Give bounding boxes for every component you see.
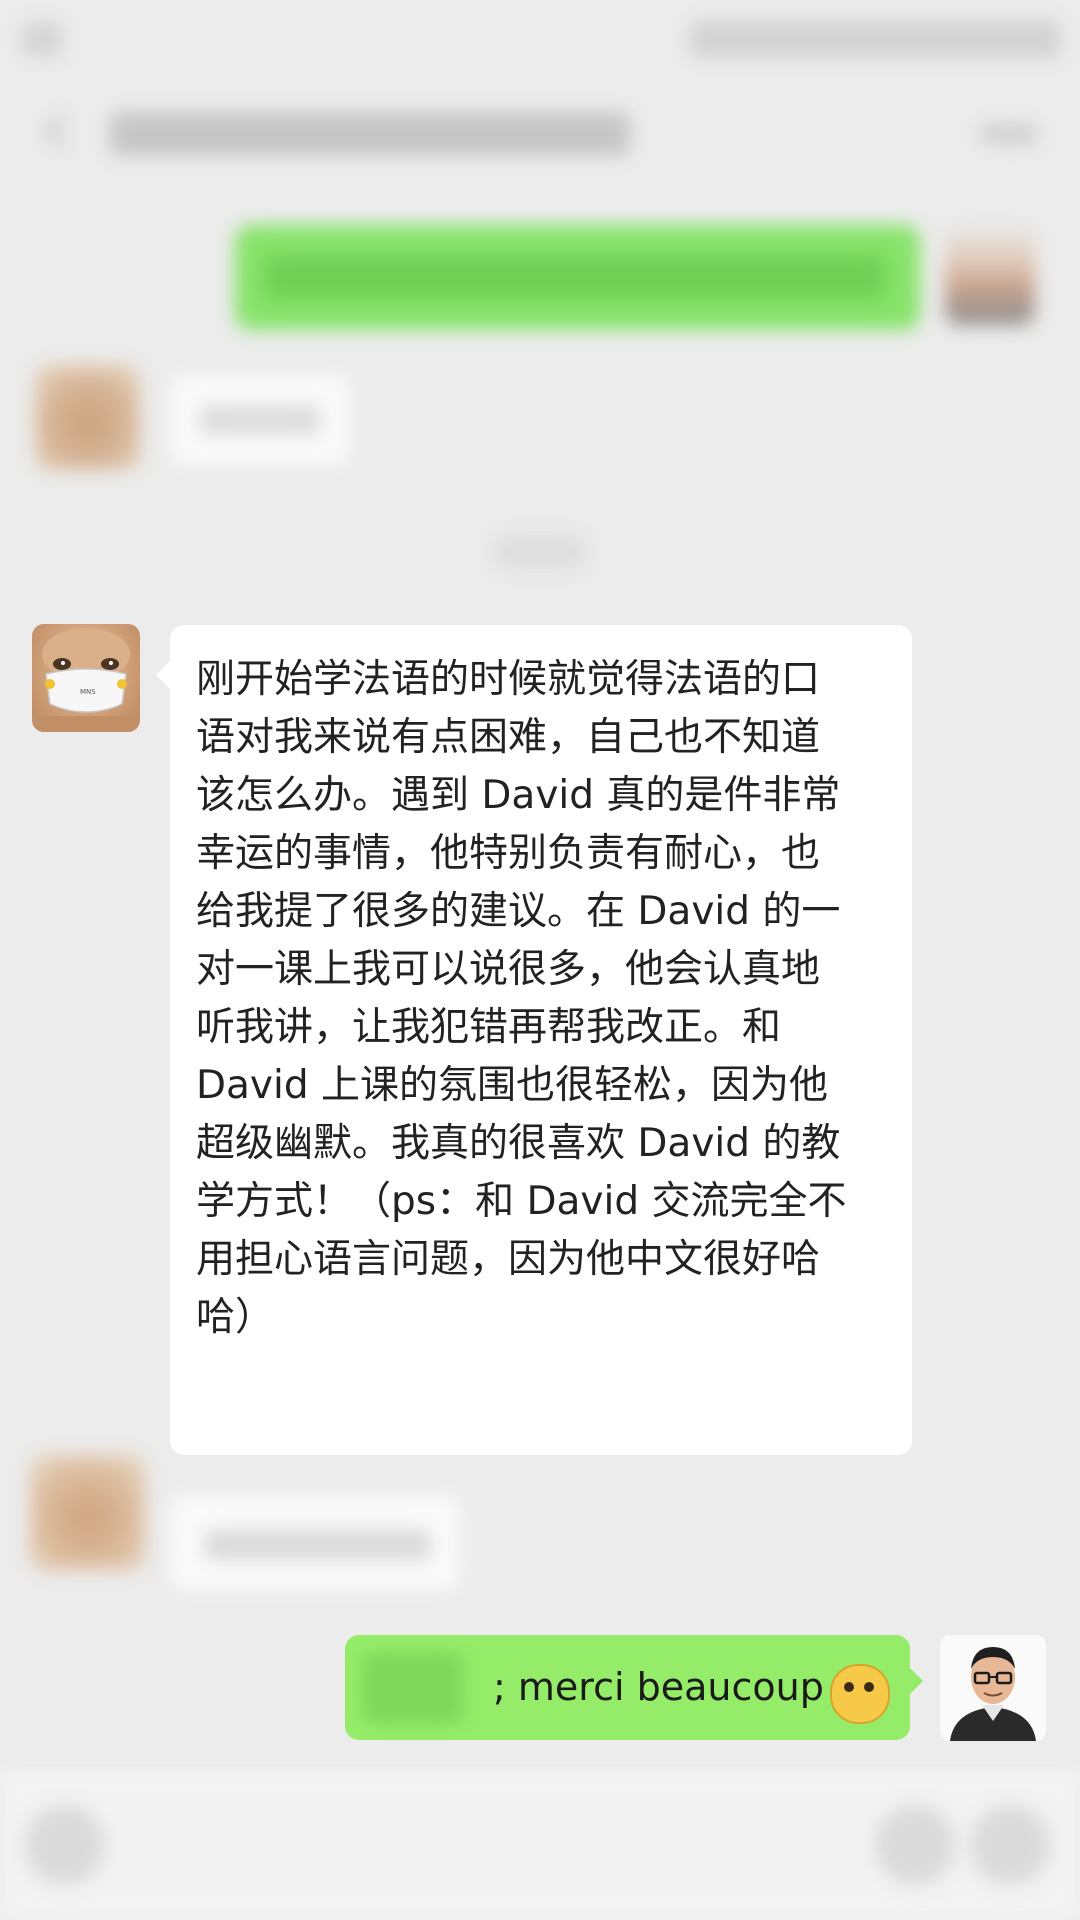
timestamp-blurred	[495, 535, 585, 569]
back-icon[interactable]	[40, 110, 74, 150]
incoming-message-blurred-text	[200, 405, 320, 435]
voice-icon[interactable]	[25, 1805, 105, 1885]
bubble-tail	[910, 1668, 923, 1694]
avatar-contact-blurred-2[interactable]	[30, 1455, 145, 1570]
incoming-message-blurred-2-text	[205, 1530, 430, 1560]
chat-title	[110, 112, 630, 156]
outgoing-message-text: ; merci beaucoup	[493, 1665, 824, 1709]
status-bar-left	[22, 22, 62, 56]
incoming-message-text: 刚开始学法语的时候就觉得法语的口 语对我来说有点困难，自己也不知道 该怎么办。遇…	[196, 657, 847, 1340]
incoming-message-bubble[interactable]: 刚开始学法语的时候就觉得法语的口 语对我来说有点困难，自己也不知道 该怎么办。遇…	[156, 625, 912, 1455]
avatar-self[interactable]	[940, 1635, 1046, 1741]
self-avatar-illustration	[940, 1635, 1046, 1741]
outgoing-message-blurred-text	[265, 255, 885, 299]
emoji-icon[interactable]	[875, 1805, 955, 1885]
avatar-contact-blurred[interactable]	[35, 365, 140, 470]
outgoing-message-blurred-part	[363, 1653, 463, 1723]
status-bar-right	[690, 20, 1060, 58]
outgoing-message-bubble[interactable]: ; merci beaucoup	[345, 1635, 910, 1740]
more-icon[interactable]	[980, 124, 1038, 144]
thinking-face-emoji-icon	[830, 1664, 890, 1724]
plus-icon[interactable]	[970, 1805, 1050, 1885]
avatar-self-blurred[interactable]	[945, 225, 1035, 325]
cat-avatar-illustration: MNS	[32, 628, 140, 732]
mask-label: MNS	[80, 688, 96, 696]
avatar-contact[interactable]: MNS	[32, 624, 140, 732]
